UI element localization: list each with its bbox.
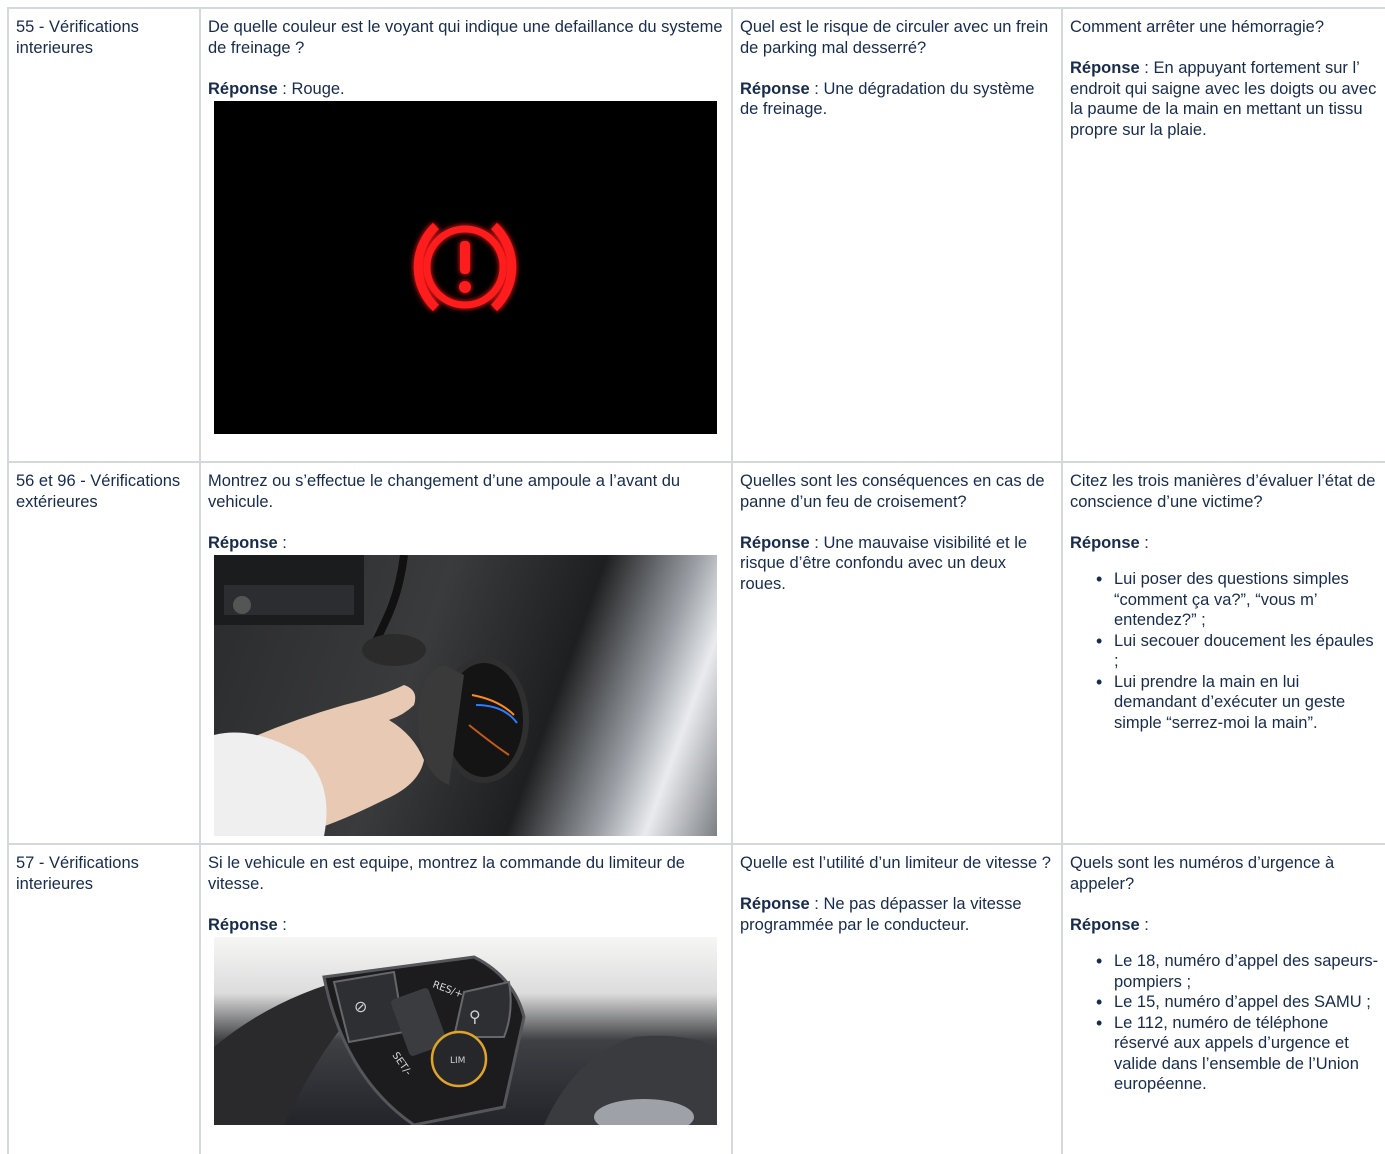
answer-label: Réponse — [740, 533, 810, 552]
question-cell: Montrez ou s’effectue le changement d’un… — [199, 461, 733, 845]
answer-text: Réponse : Ne pas dépasser la vitesse pro… — [740, 895, 1022, 934]
list-item: Lui poser des questions simples “comment… — [1096, 569, 1381, 631]
brake-warning-image — [214, 101, 717, 434]
section-cell: 57 - Vérifications interieures — [7, 843, 201, 1154]
question-cell: Citez les trois manières d’évaluer l’éta… — [1061, 461, 1385, 845]
list-item: Le 18, numéro d’appel des sapeurs-pompie… — [1096, 951, 1381, 992]
steering-wheel-controls-illustration: ⊘ RES/+ SET/- ⚲ LIM — [214, 955, 717, 1125]
answer-text: Réponse : Rouge. — [208, 79, 345, 98]
answer-list: Lui poser des questions simples “comment… — [1070, 569, 1381, 733]
list-item: Lui prendre la main en lui demandant d’e… — [1096, 672, 1381, 734]
question-text: Quelles sont les conséquences en cas de … — [740, 472, 1045, 511]
headlight-bulb-photo — [214, 555, 717, 836]
lim-label: LIM — [450, 1056, 465, 1066]
question-cell: De quelle couleur est le voyant qui indi… — [199, 7, 733, 463]
table-row: 57 - Vérifications interieures Si le veh… — [7, 843, 1385, 1154]
answer-label: Réponse — [1070, 59, 1140, 77]
question-cell: Quel est le risque de circuler avec un f… — [731, 7, 1063, 463]
question-text: Si le vehicule en est equipe, montrez la… — [208, 854, 685, 893]
question-cell: Quelles sont les conséquences en cas de … — [731, 461, 1063, 845]
question-text: Citez les trois manières d’évaluer l’éta… — [1070, 472, 1376, 511]
answer-label: Réponse — [208, 79, 278, 98]
list-item: Le 15, numéro d’appel des SAMU ; — [1096, 992, 1381, 1013]
question-cell: Quels sont les numéros d’urgence à appel… — [1061, 843, 1385, 1154]
answer-text: Réponse : En appuyant fortement sur l’ e… — [1070, 59, 1377, 139]
question-cell: Comment arrêter une hémorragie? Réponse … — [1061, 7, 1385, 463]
list-item: Lui secouer doucement les épaules ; — [1096, 631, 1381, 672]
section-cell: 55 - Vérifications interieures — [7, 7, 201, 463]
answer-text: Réponse : Une mauvaise visibilité et le … — [740, 533, 1028, 593]
answer-text: Réponse : — [1070, 915, 1149, 934]
answer-label: Réponse — [208, 915, 278, 934]
brake-warning-light-icon — [413, 222, 517, 312]
answer-label: Réponse — [1070, 533, 1140, 552]
question-text: Montrez ou s’effectue le changement d’un… — [208, 472, 681, 511]
cruise-cancel-icon: ⊘ — [354, 997, 367, 1016]
question-text: De quelle couleur est le voyant qui indi… — [208, 18, 723, 57]
section-label: 57 - Vérifications interieures — [16, 854, 139, 893]
answer-text: Réponse : — [1070, 533, 1149, 552]
section-label: 55 - Vérifications interieures — [16, 18, 139, 57]
question-text: Comment arrêter une hémorragie? — [1070, 18, 1325, 36]
question-cell: Quelle est l’utilité d’un limiteur de vi… — [731, 843, 1063, 1154]
answer-label: Réponse — [740, 895, 810, 913]
answer-text: Réponse : Une dégradation du système de … — [740, 79, 1035, 119]
answer-text: Réponse : — [208, 533, 287, 552]
speed-limiter-photo: ⊘ RES/+ SET/- ⚲ LIM — [214, 937, 717, 1125]
table-row: 55 - Vérifications interieures De quelle… — [7, 7, 1385, 463]
question-text: Quel est le risque de circuler avec un f… — [740, 18, 1049, 57]
qa-table: 55 - Vérifications interieures De quelle… — [7, 7, 1385, 1154]
table-row: 56 et 96 - Vérifications extérieures Mon… — [7, 461, 1385, 845]
answer-label: Réponse — [740, 79, 810, 98]
question-cell: Si le vehicule en est equipe, montrez la… — [199, 843, 733, 1154]
list-item: Le 112, numéro de téléphone réservé aux … — [1096, 1013, 1381, 1095]
answer-list: Le 18, numéro d’appel des sapeurs-pompie… — [1070, 951, 1381, 1095]
answer-text: Réponse : — [208, 915, 287, 934]
answer-label: Réponse — [208, 533, 278, 552]
section-cell: 56 et 96 - Vérifications extérieures — [7, 461, 201, 845]
answer-label: Réponse — [1070, 915, 1140, 934]
distance-icon: ⚲ — [469, 1007, 481, 1026]
section-label: 56 et 96 - Vérifications extérieures — [16, 472, 181, 511]
question-text: Quelle est l’utilité d’un limiteur de vi… — [740, 854, 1051, 872]
question-text: Quels sont les numéros d’urgence à appel… — [1070, 854, 1335, 893]
headlight-bulb-illustration — [214, 555, 529, 836]
